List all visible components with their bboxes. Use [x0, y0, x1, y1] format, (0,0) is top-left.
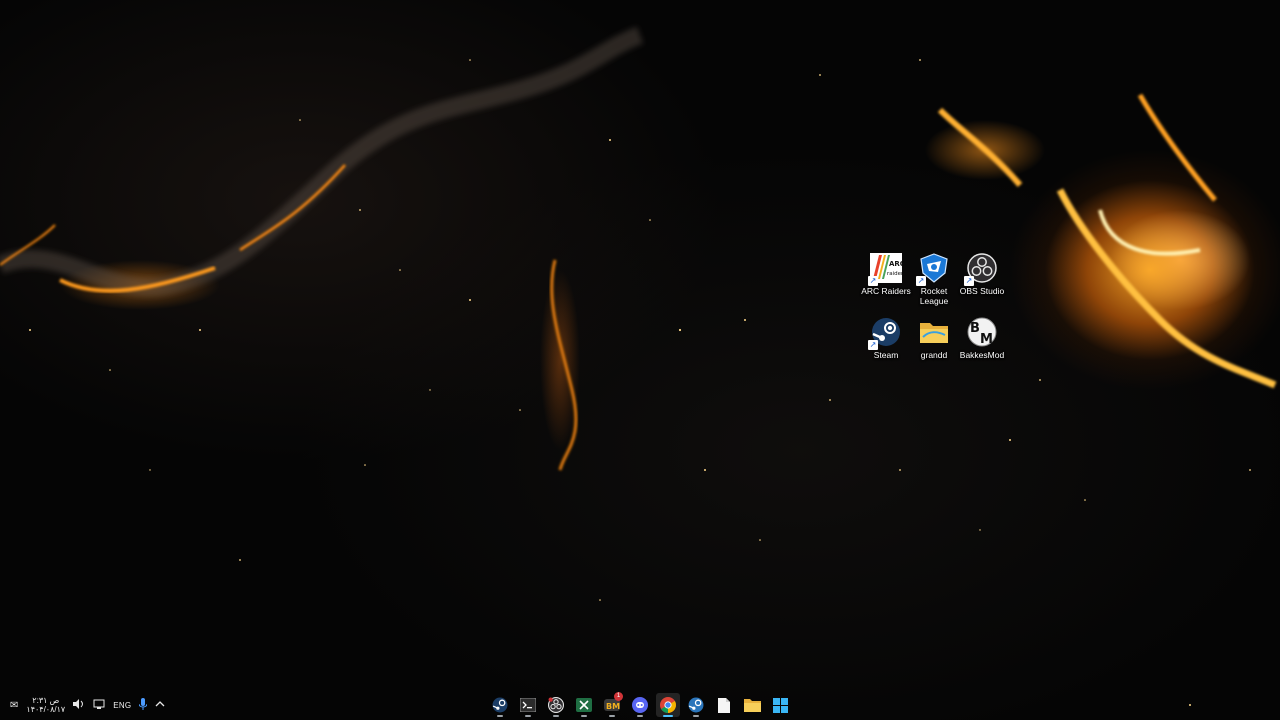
- shortcut-arrow-icon: ↗: [868, 276, 878, 286]
- taskbar-app-steam[interactable]: [488, 693, 512, 717]
- desktop-icon-steam[interactable]: ↗ Steam: [862, 316, 910, 380]
- discord-icon: [632, 697, 648, 713]
- desktop-icon-label: BakkesMod: [959, 350, 1005, 360]
- shortcut-arrow-icon: ↗: [868, 340, 878, 350]
- running-indicator: [663, 715, 673, 717]
- steam-icon: [492, 697, 508, 713]
- svg-text:ARC: ARC: [889, 260, 902, 268]
- steam-icon: ↗: [868, 316, 902, 350]
- running-indicator: [609, 715, 615, 717]
- running-indicator: [693, 715, 699, 717]
- arc-raiders-icon: ARC raiders ↗: [868, 252, 902, 286]
- running-indicator: [637, 715, 643, 717]
- taskbar: ✉ ۲:۳۱ ص ۱۴۰۴/۰۸/۱۷ ENG BM 1: [0, 690, 1280, 720]
- notification-icon[interactable]: ✉: [10, 700, 18, 711]
- taskbar-app-discord[interactable]: [628, 693, 652, 717]
- taskbar-app-notepad[interactable]: [712, 693, 736, 717]
- desktop-icon-bakkesmod[interactable]: B M BakkesMod: [958, 316, 1006, 380]
- nebula-wallpaper-art: [0, 26, 1277, 706]
- desktop-icon-obs-studio[interactable]: ↗ OBS Studio: [958, 252, 1006, 316]
- clock-date: ۱۴۰۴/۰۸/۱۷: [26, 705, 66, 714]
- mic-icon[interactable]: [138, 697, 148, 713]
- desktop-icon-grandd-folder[interactable]: grandd: [910, 316, 958, 380]
- taskbar-start-button[interactable]: [768, 693, 792, 717]
- shortcut-arrow-icon: ↗: [964, 276, 974, 286]
- windows-start-icon: [772, 697, 788, 713]
- desktop-wallpaper: ARC raiders ↗ ARC Raiders ↗ Rocket Leagu…: [0, 0, 1280, 720]
- terminal-icon: [520, 698, 536, 712]
- taskbar-apps: BM 1: [488, 692, 792, 718]
- svg-text:B: B: [970, 321, 980, 336]
- clock[interactable]: ۲:۳۱ ص ۱۴۰۴/۰۸/۱۷: [26, 696, 65, 714]
- network-icon[interactable]: [93, 699, 105, 712]
- obs-studio-icon: [548, 697, 564, 713]
- folder-icon: [743, 699, 761, 712]
- svg-text:M: M: [980, 332, 993, 347]
- clock-time: ۲:۳۱ ص: [32, 696, 60, 705]
- bakkesmod-icon: B M: [966, 316, 998, 348]
- taskbar-app-excel[interactable]: [572, 693, 596, 717]
- desktop-icon-grid: ARC raiders ↗ ARC Raiders ↗ Rocket Leagu…: [861, 252, 1006, 380]
- taskbar-app-obs-studio[interactable]: [544, 693, 568, 717]
- desktop-icon-rocket-league[interactable]: ↗ Rocket League: [910, 252, 958, 316]
- notification-badge: 1: [614, 692, 623, 701]
- running-indicator: [581, 715, 587, 717]
- rocket-league-icon: ↗: [916, 252, 950, 286]
- svg-text:BM: BM: [606, 702, 620, 711]
- system-tray: ✉ ۲:۳۱ ص ۱۴۰۴/۰۸/۱۷ ENG: [10, 690, 165, 720]
- desktop-icon-arc-raiders[interactable]: ARC raiders ↗ ARC Raiders: [861, 252, 911, 316]
- taskbar-app-file-explorer[interactable]: [740, 693, 764, 717]
- taskbar-app-terminal[interactable]: [516, 693, 540, 717]
- desktop-icon-label: OBS Studio: [959, 286, 1005, 296]
- show-hidden-icons-chevron[interactable]: [155, 700, 165, 711]
- folder-icon: [918, 316, 950, 348]
- taskbar-app-bakkesmod[interactable]: BM 1: [600, 692, 624, 717]
- chrome-icon: [660, 697, 676, 713]
- file-icon: [718, 697, 730, 713]
- taskbar-app-chrome[interactable]: [656, 693, 680, 717]
- svg-text:raiders: raiders: [887, 271, 902, 277]
- shortcut-arrow-icon: ↗: [916, 276, 926, 286]
- steam-icon: [688, 697, 704, 713]
- running-indicator: [553, 715, 559, 717]
- language-indicator[interactable]: ENG: [113, 701, 131, 710]
- running-indicator: [497, 715, 503, 717]
- running-indicator: [525, 715, 531, 717]
- excel-icon: [576, 698, 592, 712]
- obs-studio-icon: ↗: [964, 252, 998, 286]
- volume-icon[interactable]: [73, 698, 85, 712]
- taskbar-app-steam-2[interactable]: [684, 693, 708, 717]
